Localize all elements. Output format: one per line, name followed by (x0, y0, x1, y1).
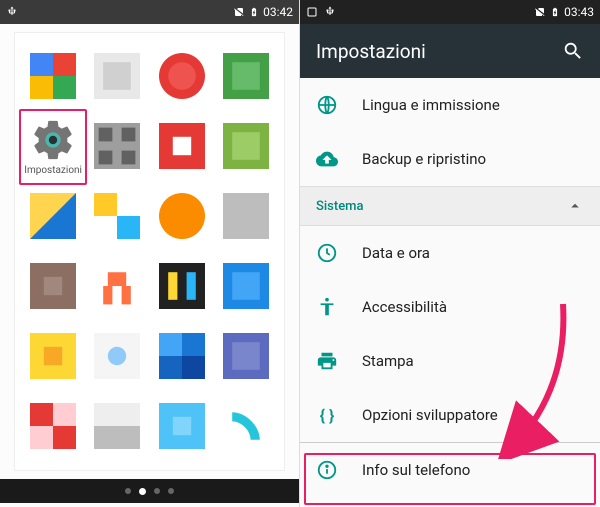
app-cell[interactable] (21, 181, 85, 251)
section-header-system[interactable]: Sistema (300, 186, 600, 226)
app-cell[interactable] (21, 391, 85, 461)
row-label: Lingua e immissione (362, 96, 500, 114)
row-developer[interactable]: { } Opzioni sviluppatore (300, 388, 600, 442)
section-title: Sistema (316, 199, 364, 214)
page-dot[interactable] (168, 488, 174, 494)
settings-screen: 03:43 Impostazioni Lingua e immissione B… (300, 0, 600, 507)
app-cell[interactable] (150, 41, 214, 111)
app-cell[interactable] (21, 251, 85, 321)
row-label: Info sul telefono (362, 461, 470, 479)
accessibility-icon (316, 296, 338, 318)
app-cell[interactable] (85, 41, 149, 111)
status-time: 03:43 (564, 5, 594, 19)
app-cell[interactable] (21, 321, 85, 391)
app-cell[interactable] (85, 111, 149, 181)
toolbar: Impostazioni (300, 24, 600, 78)
row-label: Backup e ripristino (362, 150, 486, 168)
search-icon[interactable] (562, 40, 584, 62)
app-cell[interactable] (85, 391, 149, 461)
row-language[interactable]: Lingua e immissione (300, 78, 600, 132)
app-cell[interactable] (214, 391, 278, 461)
app-drawer-screen: 03:42 Impostazioni (0, 0, 300, 507)
row-accessibility[interactable]: Accessibilità (300, 280, 600, 334)
row-label: Data e ora (362, 244, 430, 262)
usb-icon (324, 6, 336, 18)
app-cell[interactable] (21, 41, 85, 111)
clock-icon (316, 242, 338, 264)
status-time: 03:42 (263, 5, 293, 19)
app-cell[interactable] (214, 111, 278, 181)
app-cell[interactable] (85, 251, 149, 321)
app-cell[interactable] (150, 181, 214, 251)
row-print[interactable]: Stampa (300, 334, 600, 388)
usb-icon (6, 6, 18, 18)
app-cell[interactable] (214, 321, 278, 391)
app-cell[interactable] (150, 391, 214, 461)
row-label: Stampa (362, 352, 414, 370)
chevron-up-icon (566, 197, 584, 215)
no-sim-icon (534, 6, 546, 18)
battery-charging-icon (550, 5, 560, 19)
page-dot[interactable] (154, 488, 160, 494)
globe-icon (316, 94, 338, 116)
settings-list[interactable]: Lingua e immissione Backup e ripristino … (300, 78, 600, 507)
printer-icon (316, 350, 338, 372)
app-drawer[interactable]: Impostazioni (0, 24, 299, 479)
app-cell[interactable] (214, 181, 278, 251)
row-about-phone[interactable]: Info sul telefono (300, 442, 600, 496)
app-cell[interactable] (85, 321, 149, 391)
screenshot-icon (306, 6, 318, 18)
row-label: Opzioni sviluppatore (362, 406, 498, 424)
app-settings[interactable]: Impostazioni (21, 111, 85, 181)
braces-icon: { } (316, 404, 338, 426)
no-sim-icon (233, 6, 245, 18)
status-bar: 03:43 (300, 0, 600, 24)
highlight-settings (19, 109, 87, 185)
toolbar-title: Impostazioni (316, 40, 426, 63)
row-label: Accessibilità (362, 298, 447, 316)
info-icon (316, 459, 338, 481)
cloud-upload-icon (316, 148, 338, 170)
app-cell[interactable] (150, 251, 214, 321)
app-cell[interactable] (85, 181, 149, 251)
row-backup[interactable]: Backup e ripristino (300, 132, 600, 186)
battery-charging-icon (249, 5, 259, 19)
page-dot-active[interactable] (139, 488, 146, 495)
app-cell[interactable] (150, 111, 214, 181)
app-cell[interactable] (150, 321, 214, 391)
app-cell[interactable] (214, 41, 278, 111)
page-dot[interactable] (125, 488, 131, 494)
page-indicator (0, 479, 299, 503)
status-bar: 03:42 (0, 0, 299, 24)
app-cell[interactable] (214, 251, 278, 321)
row-datetime[interactable]: Data e ora (300, 226, 600, 280)
